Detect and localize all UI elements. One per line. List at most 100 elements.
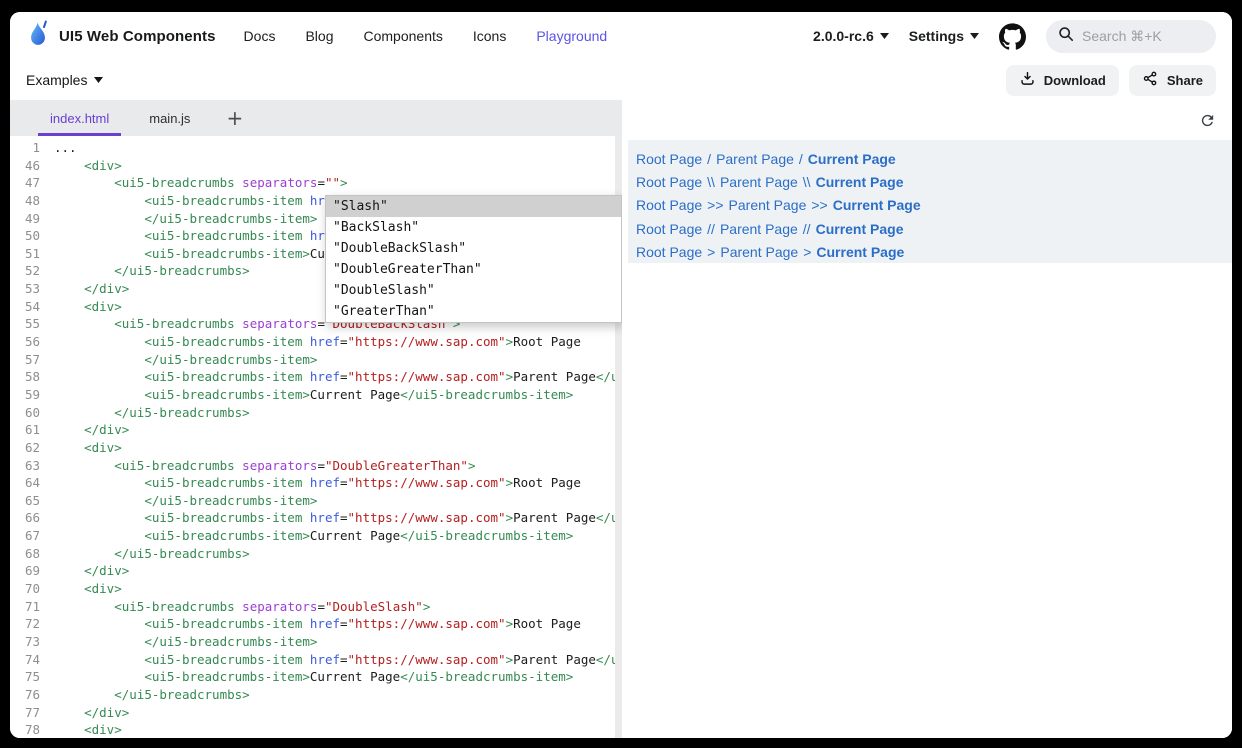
breadcrumb-link[interactable]: Parent Page [716, 151, 794, 167]
autocomplete-item[interactable]: "Slash" [326, 196, 621, 217]
browser-window: UI5 Web Components Docs Blog Components Ico… [10, 12, 1232, 738]
settings-dropdown[interactable]: Settings [909, 28, 979, 44]
line-number: 67 [10, 527, 40, 545]
autocomplete-item[interactable]: "DoubleBackSlash" [326, 238, 621, 259]
nav-link-docs[interactable]: Docs [244, 28, 276, 44]
line-number: 1 [10, 139, 40, 157]
breadcrumb-current: Current Page [816, 174, 904, 190]
refresh-icon[interactable] [1199, 112, 1216, 129]
breadcrumb-current: Current Page [833, 197, 921, 213]
line-number: 60 [10, 404, 40, 422]
code-text: <ui5-breadcrumbs separators="DoubleSlash… [54, 599, 430, 614]
line-number: 76 [10, 686, 40, 704]
code-text: <ui5-breadcrumbs-item>Current Page</ui5-… [54, 387, 573, 402]
line-number: 55 [10, 315, 40, 333]
code-text: ... [54, 140, 77, 155]
share-button[interactable]: Share [1129, 65, 1216, 96]
nav-link-blog[interactable]: Blog [305, 28, 333, 44]
code-line: 78 <div> [10, 721, 615, 738]
line-number: 66 [10, 509, 40, 527]
line-number: 73 [10, 633, 40, 651]
editor-tab-bar: index.html main.js + [10, 100, 622, 136]
code-text: <div> [54, 158, 122, 173]
code-text: <div> [54, 299, 122, 314]
breadcrumb-link[interactable]: Root Page [636, 174, 702, 190]
breadcrumb-separator: // [707, 221, 715, 237]
breadcrumb-link[interactable]: Parent Page [720, 174, 798, 190]
line-number: 63 [10, 457, 40, 475]
code-line: 47 <ui5-breadcrumbs separators=""> [10, 174, 615, 192]
code-text: </ui5-breadcrumbs> [54, 405, 250, 420]
breadcrumb-separator: > [803, 244, 811, 260]
code-line: 1... [10, 139, 615, 157]
code-line: 61 </div> [10, 421, 615, 439]
breadcrumb-link[interactable]: Parent Page [729, 197, 807, 213]
brand-title: UI5 Web Components [59, 28, 216, 45]
autocomplete-item[interactable]: "DoubleGreaterThan" [326, 259, 621, 280]
autocomplete-item[interactable]: "BackSlash" [326, 217, 621, 238]
code-line: 64 <ui5-breadcrumbs-item href="https://w… [10, 474, 615, 492]
autocomplete-item[interactable]: "DoubleSlash" [326, 280, 621, 301]
new-tab-button[interactable]: + [218, 100, 251, 136]
code-editor-pane[interactable]: index.htmlmain.js+ 1...46 <div>47 <ui5-b… [10, 100, 622, 738]
code-line: 77 </div> [10, 704, 615, 722]
code-text: </div> [54, 422, 129, 437]
line-number: 50 [10, 227, 40, 245]
code-text: </ui5-breadcrumbs> [54, 263, 250, 278]
line-number: 53 [10, 280, 40, 298]
line-number: 47 [10, 174, 40, 192]
code-line: 73 </ui5-breadcrumbs-item> [10, 633, 615, 651]
examples-dropdown[interactable]: Examples [26, 72, 103, 88]
search-icon [1058, 26, 1074, 47]
code-text: <ui5-breadcrumbs-item>Current Page</ui5-… [54, 528, 573, 543]
breadcrumb: Root Page//Parent Page//Current Page [636, 217, 1232, 240]
brand-group[interactable]: UI5 Web Components [26, 20, 216, 53]
breadcrumb-separator: >> [707, 197, 723, 213]
search-input[interactable] [1046, 20, 1216, 53]
version-dropdown[interactable]: 2.0.0-rc.6 [813, 28, 889, 44]
nav-link-icons[interactable]: Icons [473, 28, 506, 44]
code-line: 56 <ui5-breadcrumbs-item href="https://w… [10, 333, 615, 351]
code-text: <div> [54, 581, 122, 596]
code-text: <ui5-breadcrumbs-item href="https://www.… [54, 334, 581, 349]
code-line: 72 <ui5-breadcrumbs-item href="https://w… [10, 615, 615, 633]
nav-link-components[interactable]: Components [363, 28, 442, 44]
breadcrumb-link[interactable]: Parent Page [720, 221, 798, 237]
breadcrumb-separator: > [707, 244, 715, 260]
code-text: <ui5-breadcrumbs-item href="https://www.… [54, 475, 581, 490]
breadcrumb: Root Page/Parent Page/Current Page [636, 147, 1232, 170]
code-text: </ui5-breadcrumbs-item> [54, 211, 317, 226]
line-number: 54 [10, 298, 40, 316]
breadcrumb-link[interactable]: Root Page [636, 244, 702, 260]
breadcrumb: Root Page>Parent Page>Current Page [636, 240, 1232, 263]
download-button[interactable]: Download [1006, 65, 1119, 96]
line-number: 56 [10, 333, 40, 351]
breadcrumb-link[interactable]: Root Page [636, 197, 702, 213]
chevron-down-icon [880, 33, 889, 39]
share-label: Share [1167, 73, 1203, 88]
breadcrumb-link[interactable]: Parent Page [720, 244, 798, 260]
code-text: </ui5-breadcrumbs-item> [54, 493, 317, 508]
breadcrumb-link[interactable]: Root Page [636, 151, 702, 167]
nav-link-playground[interactable]: Playground [536, 28, 607, 44]
line-number: 72 [10, 615, 40, 633]
code-text: </ui5-breadcrumbs-item> [54, 352, 317, 367]
preview-pane: Root Page/Parent Page/Current PageRoot P… [622, 100, 1232, 738]
main-nav: Docs Blog Components Icons Playground [244, 28, 608, 44]
line-number: 75 [10, 668, 40, 686]
tab-main-js[interactable]: main.js [137, 100, 202, 136]
tab-index-html[interactable]: index.html [38, 100, 121, 136]
autocomplete-item[interactable]: "GreaterThan" [326, 301, 621, 322]
settings-label: Settings [909, 28, 964, 44]
line-number: 51 [10, 245, 40, 263]
code-line: 69 </div> [10, 562, 615, 580]
search-field[interactable] [1082, 28, 1192, 44]
code-line: 70 <div> [10, 580, 615, 598]
breadcrumb-link[interactable]: Root Page [636, 221, 702, 237]
examples-toolbar: Examples Download [10, 60, 1232, 100]
header-right: 2.0.0-rc.6 Settings [813, 20, 1216, 53]
line-number: 74 [10, 651, 40, 669]
code-text: <ui5-breadcrumbs-item href="https://www.… [54, 510, 615, 525]
code-text: <ui5-breadcrumbs-item href="https://www.… [54, 369, 615, 384]
github-icon[interactable] [999, 23, 1026, 50]
